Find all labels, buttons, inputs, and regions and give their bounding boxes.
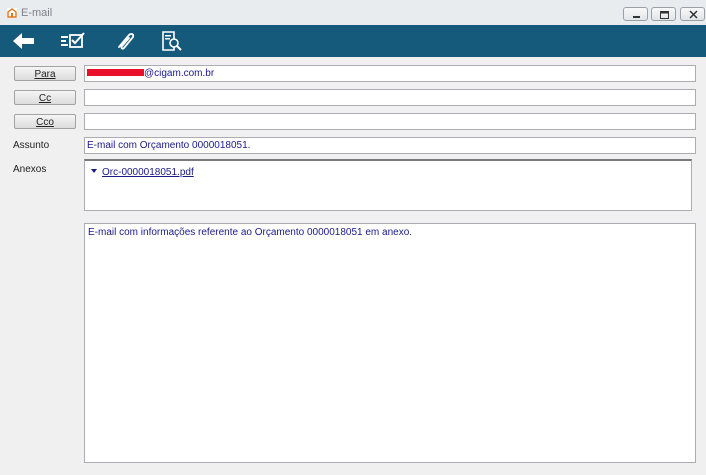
restore-button[interactable]	[651, 7, 676, 21]
paperclip-icon[interactable]	[111, 29, 139, 53]
close-icon	[689, 10, 698, 19]
send-checklist-icon[interactable]	[58, 29, 86, 53]
para-button[interactable]: Para	[14, 66, 76, 81]
para-domain-text: @cigam.com.br	[144, 68, 215, 79]
restore-icon	[660, 11, 669, 19]
attachment-link[interactable]: Orc-0000018051.pdf	[102, 167, 194, 178]
cc-field[interactable]	[84, 89, 696, 106]
anexos-label: Anexos	[13, 164, 47, 175]
minimize-icon	[633, 16, 640, 18]
cc-button[interactable]: Cc	[14, 90, 76, 105]
document-search-icon[interactable]	[157, 29, 185, 53]
title-bar: E-mail	[0, 0, 706, 26]
email-body[interactable]: E-mail com informações referente ao Orça…	[84, 223, 696, 463]
redaction-mark	[87, 68, 144, 76]
window-title: E-mail	[21, 7, 53, 19]
minimize-button[interactable]	[623, 7, 648, 21]
cco-field[interactable]	[84, 113, 696, 130]
cco-button[interactable]: Cco	[14, 114, 76, 129]
attachments-box: Orc-0000018051.pdf	[84, 159, 692, 211]
para-field[interactable]: @cigam.com.br	[84, 65, 696, 82]
close-button[interactable]	[680, 7, 705, 21]
assunto-label: Assunto	[13, 140, 50, 151]
back-arrow-icon[interactable]	[10, 29, 38, 53]
assunto-field[interactable]: E-mail com Orçamento 0000018051.	[84, 137, 696, 154]
dropdown-arrow-icon	[91, 169, 97, 174]
toolbar	[0, 25, 706, 57]
attachment-item[interactable]: Orc-0000018051.pdf	[91, 167, 194, 178]
app-icon	[7, 8, 17, 18]
